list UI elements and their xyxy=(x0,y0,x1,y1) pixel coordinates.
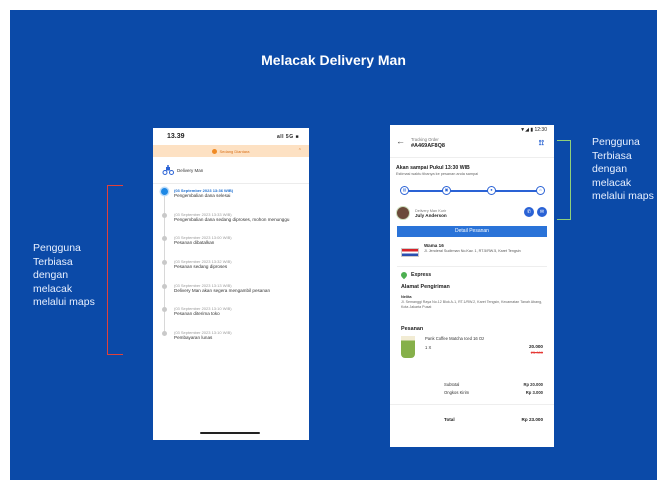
tracking-header: ← Tracking Order #A469AF8Q8 ⟟⟟ xyxy=(390,135,554,157)
right-bracket xyxy=(557,140,571,220)
courier-role: Delivery Man Kurir xyxy=(415,208,447,213)
courier-label: Delivery Man xyxy=(177,167,204,173)
address-title: Alamat Pengiriman xyxy=(401,284,450,290)
item-price: 20.000 xyxy=(528,344,543,349)
total-row: Total Rp 23.000 xyxy=(390,404,554,422)
subtotal-value: Rp 20.000 xyxy=(523,382,543,387)
courier-icon: ● xyxy=(487,186,496,195)
header-label: Tracking Order xyxy=(411,137,439,142)
timeline-dot-icon xyxy=(161,188,168,195)
order-timeline: (03 September 2023 13:36 WIB) Pengembalia… xyxy=(153,184,309,354)
timeline-dot-icon xyxy=(162,212,167,218)
eta-section: Akan sampai Pukul 13:30 WIB Estimasi wak… xyxy=(390,157,554,176)
status-bar: 13.39 all 5G ■ xyxy=(153,128,309,145)
right-annotation: Pengguna Terbiasa dengan melacak melalui… xyxy=(592,136,654,202)
left-annotation: Pengguna Terbiasa dengan melacak melalui… xyxy=(33,242,95,308)
shipping-label: Express xyxy=(411,271,432,278)
delivery-progress: ▤ ▣ ● ⌂ xyxy=(400,184,546,198)
timeline-item: (03 September 2023 13:00 WIB) Pesanan dib… xyxy=(160,235,301,259)
courier-row[interactable]: Delivery Man xyxy=(153,157,309,184)
receipt-icon: ▤ xyxy=(400,186,409,195)
order-section: Pesanan Pank Coffee Matcha Iced 16 Oz 1 … xyxy=(390,324,554,374)
banner-text: Sedang Diantara xyxy=(219,148,250,154)
timeline-text: Delivery Man akan segera mengambil pesan… xyxy=(174,287,271,293)
store-info: Wama 16 Jl. Jenderal Sudirman No.Kav. 1,… xyxy=(397,237,547,267)
timeline-dot-icon xyxy=(162,331,167,337)
progress-line xyxy=(402,190,544,192)
store-address: Jl. Jenderal Sudirman No.Kav. 1, RT.5/RW… xyxy=(424,249,521,253)
timeline-text: Pengembalian dana sedang diproses, mohon… xyxy=(174,216,290,222)
timeline-item: (03 September 2023 13:13 WIB) Delivery Ma… xyxy=(160,283,301,307)
map-icon[interactable]: ⟟⟟ xyxy=(539,140,544,148)
status-dot-icon xyxy=(212,148,218,154)
phone-order-history: 13.39 all 5G ■ Sedang Diantara ⌃ Deliver… xyxy=(153,128,309,440)
timeline-dot-icon xyxy=(162,260,167,266)
address-text: Jl. Semanggi Raya No.12 Blok A-1, RT.1/R… xyxy=(401,300,543,309)
store-logo xyxy=(401,248,419,257)
timeline-dot-icon xyxy=(162,283,167,289)
shipping-cost-value: Rp 3.000 xyxy=(525,390,543,395)
store-icon: ▣ xyxy=(442,186,451,195)
eta-title: Akan sampai Pukul 13:30 WIB xyxy=(396,165,470,171)
signal-battery-icon: all 5G ■ xyxy=(276,133,299,140)
home-indicator[interactable] xyxy=(200,432,260,434)
home-icon: ⌂ xyxy=(536,186,545,195)
order-item: Pank Coffee Matcha Iced 16 Oz 1 X 20.000… xyxy=(401,336,543,358)
timeline-text: Pembayaran lunas xyxy=(174,335,213,341)
back-arrow-icon[interactable]: ← xyxy=(396,137,405,146)
phone-call-icon[interactable]: ✆ xyxy=(524,207,534,217)
timeline-item: (03 September 2023 13:36 WIB) Pengembalia… xyxy=(160,188,301,212)
timeline-text: Pesanan sedang diproses xyxy=(174,264,228,270)
total-label: Total xyxy=(444,417,455,422)
courier-avatar xyxy=(396,206,410,220)
left-bracket xyxy=(107,185,123,355)
slide-title: Melacak Delivery Man xyxy=(261,52,406,68)
order-number: #A469AF8Q8 xyxy=(411,143,445,149)
timeline-dot-icon xyxy=(162,236,167,242)
shipping-method: Express xyxy=(390,267,554,282)
item-price-original: 25.000 xyxy=(530,350,543,355)
timeline-item: (03 September 2023 13:32 WIB) Pesanan sed… xyxy=(160,259,301,283)
status-time: 13.39 xyxy=(167,133,185,140)
payment-summary: Subtotal Rp 20.000 Ongkos Kirim Rp 3.000 xyxy=(390,374,554,398)
store-name: Wama 16 xyxy=(424,243,444,248)
timeline-text: Pesanan dibatalkan xyxy=(174,240,215,246)
shipping-address: Alamat Pengiriman Nelita Jl. Semanggi Ra… xyxy=(390,282,554,324)
drink-image xyxy=(401,336,415,358)
subtotal-label: Subtotal xyxy=(444,382,460,387)
timeline-item: (03 September 2023 13:10 WIB) Pembayaran … xyxy=(160,330,301,354)
delivery-status-banner[interactable]: Sedang Diantara ⌃ xyxy=(153,145,309,157)
shipping-cost-row: Ongkos Kirim Rp 3.000 xyxy=(444,390,543,398)
recipient-name: Nelita xyxy=(401,294,412,299)
phone-tracking-order: ▼◢ ▮ 12:30 ← Tracking Order #A469AF8Q8 ⟟… xyxy=(390,125,554,447)
delivery-bike-icon xyxy=(162,165,174,175)
timeline-dot-icon xyxy=(162,307,167,313)
item-quantity: 1 X xyxy=(425,345,432,350)
presentation-slide: Melacak Delivery Man Pengguna Terbiasa d… xyxy=(10,10,657,480)
courier-card: Delivery Man Kurir July Anderson ✆ ✉ xyxy=(390,202,554,224)
timeline-item: (03 September 2023 13:33 WIB) Pengembalia… xyxy=(160,212,301,236)
total-value: Rp 23.000 xyxy=(521,417,543,422)
timeline-text: Pengembalian dana selesai xyxy=(174,193,231,198)
eta-subtitle: Estimasi waktu tibanya ke pesanan anda s… xyxy=(396,172,479,176)
subtotal-row: Subtotal Rp 20.000 xyxy=(444,382,543,390)
courier-name: July Anderson xyxy=(415,212,447,218)
detail-order-tab[interactable]: Detail Pesanan xyxy=(397,226,547,237)
chat-icon[interactable]: ✉ xyxy=(537,207,547,217)
item-name: Pank Coffee Matcha Iced 16 Oz xyxy=(425,336,485,341)
timeline-text: Pesanan diterima toko xyxy=(174,311,220,317)
location-pin-icon xyxy=(399,270,409,279)
order-title: Pesanan xyxy=(401,326,424,332)
timeline-item: (03 September 2023 13:10 WIB) Pesanan dit… xyxy=(160,306,301,330)
chevron-up-icon[interactable]: ⌃ xyxy=(298,148,302,154)
shipping-cost-label: Ongkos Kirim xyxy=(444,390,470,395)
status-bar: ▼◢ ▮ 12:30 xyxy=(520,127,547,133)
